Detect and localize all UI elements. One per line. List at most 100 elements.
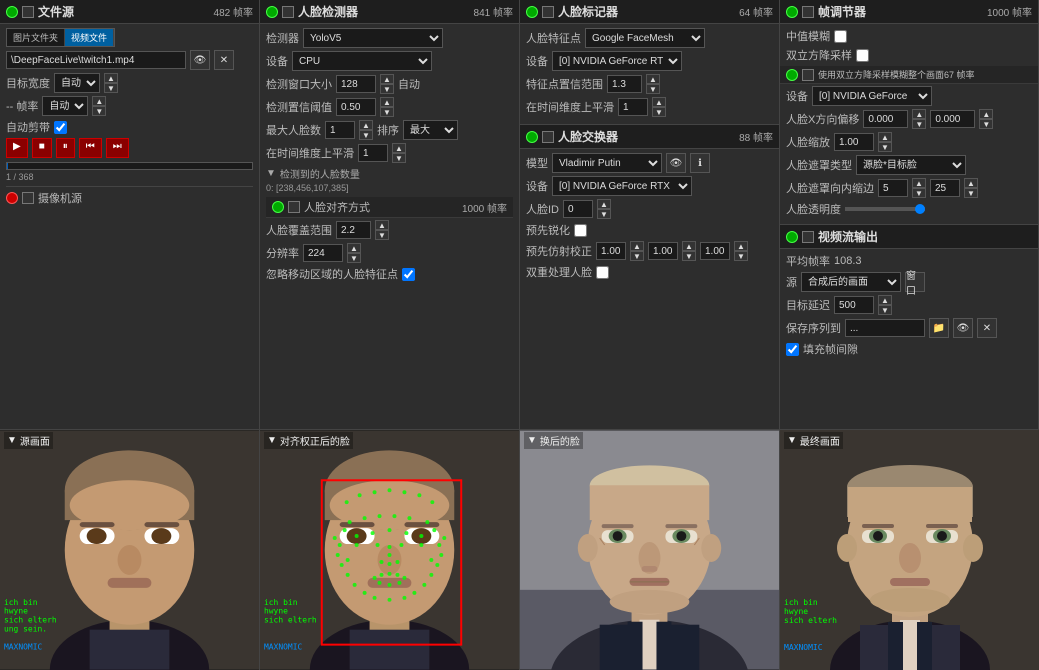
- window-down[interactable]: ▼: [380, 84, 394, 94]
- erode-down[interactable]: ▼: [912, 188, 926, 198]
- pre-affine-z[interactable]: [700, 242, 730, 260]
- fps-up[interactable]: ▲: [92, 96, 106, 106]
- blur-up[interactable]: ▲: [964, 178, 978, 188]
- window-up[interactable]: ▲: [380, 74, 394, 84]
- marker-range-input[interactable]: [607, 75, 642, 93]
- xs-down[interactable]: ▼: [912, 119, 926, 129]
- source-select[interactable]: 合成后的画面: [801, 272, 901, 292]
- face-id-down[interactable]: ▼: [597, 209, 611, 219]
- erode-input[interactable]: [878, 179, 908, 197]
- ax-up[interactable]: ▲: [630, 241, 644, 251]
- stream-checkbox[interactable]: [802, 231, 814, 243]
- delay-up[interactable]: ▲: [878, 295, 892, 305]
- swapper-device-select[interactable]: [0] NVIDIA GeForce RTX: [552, 176, 692, 196]
- fps-down[interactable]: ▼: [92, 106, 106, 116]
- threshold-up[interactable]: ▲: [380, 97, 394, 107]
- close-file-btn[interactable]: ✕: [214, 50, 234, 70]
- delay-down[interactable]: ▼: [878, 305, 892, 315]
- target-width-down[interactable]: ▼: [104, 83, 118, 93]
- smooth-down[interactable]: ▼: [392, 153, 406, 163]
- power-swapper[interactable]: [526, 131, 538, 143]
- msmooth-down[interactable]: ▼: [652, 107, 666, 117]
- face-id-input[interactable]: [563, 200, 593, 218]
- marker-smooth-input[interactable]: [618, 98, 648, 116]
- save-path-input[interactable]: [845, 319, 925, 337]
- az-up[interactable]: ▲: [734, 241, 748, 251]
- swapper-checkbox[interactable]: [542, 131, 554, 143]
- tab-video-file[interactable]: 视频文件: [65, 29, 114, 46]
- threshold-down[interactable]: ▼: [380, 107, 394, 117]
- range-down[interactable]: ▼: [646, 84, 660, 94]
- coverage-down[interactable]: ▼: [375, 230, 389, 240]
- camera-checkbox[interactable]: [22, 192, 34, 204]
- power-button-detector[interactable]: [266, 6, 278, 18]
- target-width-up[interactable]: ▲: [104, 73, 118, 83]
- range-up[interactable]: ▲: [646, 74, 660, 84]
- save-close-btn[interactable]: ✕: [977, 318, 997, 338]
- ignore-checkbox[interactable]: [402, 268, 415, 281]
- save-eye-btn[interactable]: 👁: [953, 318, 973, 338]
- power-button-file[interactable]: [6, 6, 18, 18]
- x-shift-input[interactable]: [863, 110, 908, 128]
- file-source-checkbox[interactable]: [22, 6, 34, 18]
- ys-down[interactable]: ▼: [979, 119, 993, 129]
- prev-btn[interactable]: ⏮: [79, 138, 102, 158]
- adj-device-select[interactable]: [0] NVIDIA GeForce: [812, 86, 932, 106]
- resolution-input[interactable]: [303, 244, 343, 262]
- play-btn[interactable]: ▶: [6, 138, 28, 158]
- pause-btn[interactable]: ⏸: [56, 138, 75, 158]
- power-adjuster[interactable]: [786, 6, 798, 18]
- model-select[interactable]: Vladimir Putin: [552, 153, 662, 173]
- face-id-up[interactable]: ▲: [597, 199, 611, 209]
- file-path-input[interactable]: [6, 51, 186, 69]
- dual-checkbox[interactable]: [802, 69, 814, 81]
- eye-icon-btn[interactable]: 👁: [190, 50, 210, 70]
- marker-checkbox[interactable]: [542, 6, 554, 18]
- smooth-up[interactable]: ▲: [392, 143, 406, 153]
- power-dual[interactable]: [786, 69, 798, 81]
- coverage-input[interactable]: [336, 221, 371, 239]
- blur-input[interactable]: [930, 179, 960, 197]
- az-down[interactable]: ▼: [734, 251, 748, 261]
- folder-btn[interactable]: 📁: [929, 318, 949, 338]
- sort-select[interactable]: 最大: [403, 120, 458, 140]
- opacity-slider[interactable]: [845, 207, 925, 211]
- pre-affine-y[interactable]: [648, 242, 678, 260]
- tab-image-folder[interactable]: 图片文件夹: [7, 29, 65, 46]
- face-detector-checkbox[interactable]: [282, 6, 294, 18]
- median-checkbox[interactable]: [834, 30, 847, 43]
- fill-gaps-checkbox[interactable]: [786, 343, 799, 356]
- smooth-input[interactable]: [358, 144, 388, 162]
- xs-up[interactable]: ▲: [912, 109, 926, 119]
- model-eye-btn[interactable]: 👁: [666, 153, 686, 173]
- mask-type-select[interactable]: 源脸*目标脸: [856, 155, 966, 175]
- window-btn[interactable]: 窗口: [905, 272, 925, 292]
- threshold-input[interactable]: [336, 98, 376, 116]
- max-faces-down[interactable]: ▼: [359, 130, 373, 140]
- max-faces-input[interactable]: [325, 121, 355, 139]
- power-stream[interactable]: [786, 231, 798, 243]
- adjuster-checkbox[interactable]: [802, 6, 814, 18]
- detector-device-select[interactable]: CPU: [292, 51, 432, 71]
- dual-process-checkbox[interactable]: [596, 266, 609, 279]
- fps-select[interactable]: 自动: [42, 96, 88, 116]
- blur-down[interactable]: ▼: [964, 188, 978, 198]
- msmooth-up[interactable]: ▲: [652, 97, 666, 107]
- y-shift-input[interactable]: [930, 110, 975, 128]
- erode-up[interactable]: ▲: [912, 178, 926, 188]
- scale-up[interactable]: ▲: [878, 132, 892, 142]
- power-camera[interactable]: [6, 192, 18, 204]
- delay-input[interactable]: [834, 296, 874, 314]
- detector-select[interactable]: YoloV5: [303, 28, 443, 48]
- landmark-select[interactable]: Google FaceMesh: [585, 28, 705, 48]
- ay-up[interactable]: ▲: [682, 241, 696, 251]
- scale-down[interactable]: ▼: [878, 142, 892, 152]
- window-size-input[interactable]: [336, 75, 376, 93]
- scale-input[interactable]: [834, 133, 874, 151]
- power-align[interactable]: [272, 201, 284, 213]
- pre-affine-x[interactable]: [596, 242, 626, 260]
- model-info-btn[interactable]: ℹ: [690, 153, 710, 173]
- next-btn[interactable]: ⏭: [106, 138, 129, 158]
- ay-down[interactable]: ▼: [682, 251, 696, 261]
- max-faces-up[interactable]: ▲: [359, 120, 373, 130]
